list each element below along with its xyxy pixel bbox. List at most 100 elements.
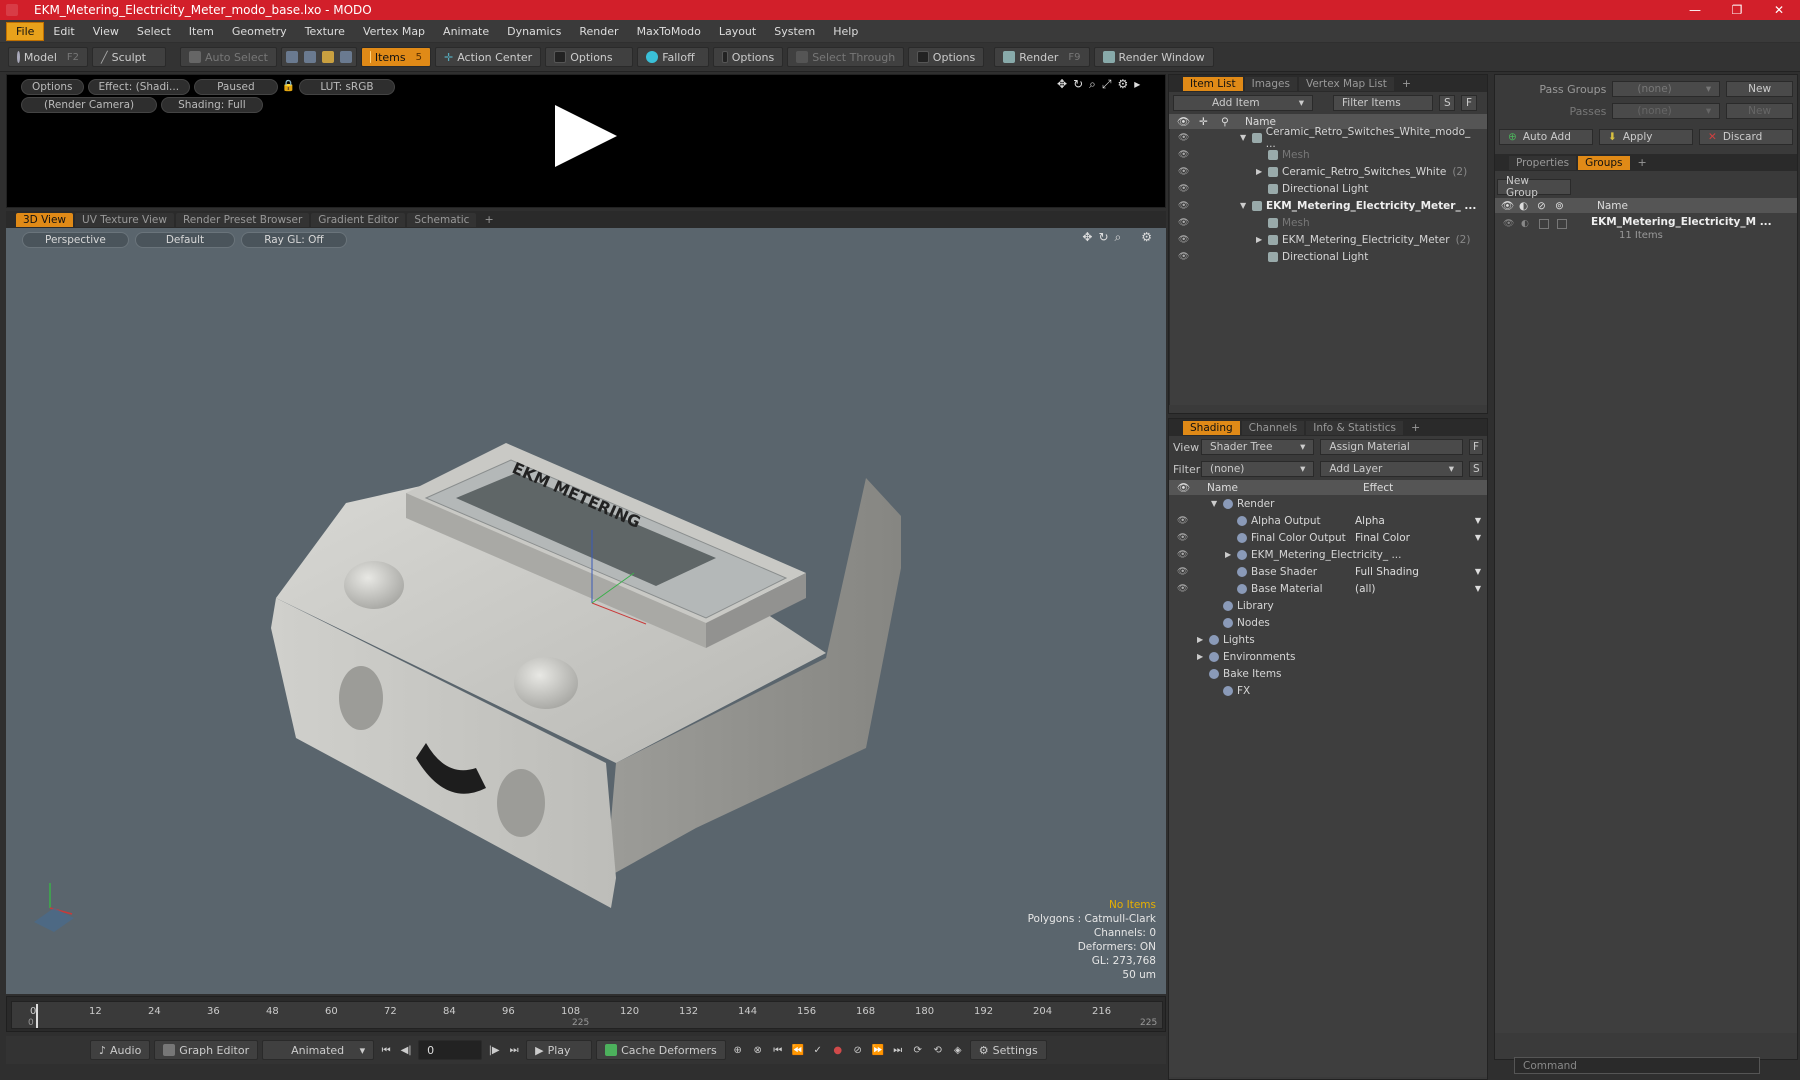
menu-item-render[interactable]: Render bbox=[570, 23, 627, 40]
tab-vertex-map-list[interactable]: Vertex Map List bbox=[1298, 76, 1394, 91]
render-effect-dropdown[interactable]: Effect: (Shadi... bbox=[87, 79, 191, 95]
shader-tree-row[interactable]: 👁 Base Shader Full Shading ▼ bbox=[1169, 563, 1487, 580]
chevron-down-icon[interactable]: ▼ bbox=[1475, 567, 1481, 576]
shader-tree-row[interactable]: ▼ Render bbox=[1169, 495, 1487, 512]
close-icon[interactable]: ✕ bbox=[1758, 3, 1800, 17]
menu-item-select[interactable]: Select bbox=[128, 23, 180, 40]
menu-item-item[interactable]: Item bbox=[180, 23, 223, 40]
play-render-icon[interactable] bbox=[555, 105, 617, 167]
frame-field[interactable]: 0 bbox=[418, 1040, 483, 1060]
key-icon-7[interactable]: ⏩ bbox=[870, 1042, 886, 1058]
item-list-row[interactable]: 👁 Directional Light bbox=[1170, 248, 1487, 265]
tab-uv-texture-view[interactable]: UV Texture View bbox=[75, 212, 174, 227]
animated-dropdown[interactable]: Animated ▾ bbox=[262, 1040, 375, 1060]
settings-button[interactable]: ⚙ Settings bbox=[969, 1040, 1047, 1060]
passes-dropdown[interactable]: (none) ▾ bbox=[1612, 103, 1721, 119]
tab-channels[interactable]: Channels bbox=[1241, 420, 1305, 435]
visibility-eye-icon[interactable]: 👁 bbox=[1178, 167, 1189, 177]
action-center-options-button[interactable]: Options bbox=[545, 47, 634, 67]
minimize-icon[interactable]: — bbox=[1674, 3, 1716, 17]
chevron-down-icon[interactable]: ▼ bbox=[1475, 584, 1481, 593]
menu-item-animate[interactable]: Animate bbox=[434, 23, 498, 40]
tab-images[interactable]: Images bbox=[1244, 76, 1297, 91]
shader-tree-row[interactable]: 👁 ▶ EKM_Metering_Electricity_ ... bbox=[1169, 546, 1487, 563]
visibility-eye-icon[interactable]: 👁 bbox=[1178, 252, 1189, 262]
menu-item-dynamics[interactable]: Dynamics bbox=[498, 23, 570, 40]
shader-effect-value[interactable]: Alpha bbox=[1355, 515, 1385, 527]
group-row[interactable]: 👁 ◐ EKM_Metering_Electricity_M ... 11 It… bbox=[1495, 213, 1797, 243]
shader-effect-value[interactable]: Full Shading bbox=[1355, 566, 1419, 578]
gear-icon[interactable]: ⚙ bbox=[1117, 77, 1128, 92]
shader-tree-row[interactable]: FX bbox=[1169, 682, 1487, 699]
maximize-icon[interactable]: ❐ bbox=[1716, 3, 1758, 17]
shader-tree-row[interactable]: 👁 Final Color Output Final Color ▼ bbox=[1169, 529, 1487, 546]
tab-3d-view[interactable]: 3D View bbox=[16, 212, 74, 227]
menu-item-view[interactable]: View bbox=[84, 23, 128, 40]
render-camera-dropdown[interactable]: (Render Camera) bbox=[21, 97, 158, 113]
command-input[interactable]: Command bbox=[1514, 1057, 1760, 1074]
vertices-mode-icon[interactable] bbox=[285, 51, 298, 63]
items-mode-button[interactable]: Items 5 bbox=[360, 47, 431, 67]
pan-icon[interactable]: ✥ bbox=[1057, 77, 1067, 92]
shading-s-button[interactable]: S bbox=[1469, 461, 1483, 477]
meter-model[interactable]: EKM METERING bbox=[6, 228, 1166, 994]
discard-button[interactable]: ✕ Discard bbox=[1699, 129, 1793, 145]
group-lock-checkbox[interactable] bbox=[1539, 219, 1549, 229]
shader-expand-icon[interactable]: ▶ bbox=[1225, 550, 1237, 559]
materials-mode-icon[interactable] bbox=[339, 51, 352, 63]
shader-tree-row[interactable]: ▶ Environments bbox=[1169, 648, 1487, 665]
tab-add-tab-icon[interactable]: + bbox=[1405, 421, 1426, 434]
key-icon-11[interactable]: ◈ bbox=[950, 1042, 966, 1058]
visibility-eye-icon[interactable]: 👁 bbox=[1178, 150, 1189, 160]
group-eye-icon[interactable]: 👁 bbox=[1503, 219, 1514, 229]
tab-add-tab-icon[interactable]: + bbox=[1396, 77, 1417, 90]
key-icon-5[interactable]: ✓ bbox=[810, 1042, 826, 1058]
new-group-button[interactable]: New Group bbox=[1497, 175, 1571, 199]
group-select-checkbox[interactable] bbox=[1557, 219, 1567, 229]
assign-material-button[interactable]: Assign Material bbox=[1320, 439, 1463, 455]
key-icon-3[interactable]: ⏮ bbox=[770, 1042, 786, 1058]
menu-item-maxtomodo[interactable]: MaxToModo bbox=[628, 23, 710, 40]
render-window-button[interactable]: Render Window bbox=[1093, 47, 1214, 67]
timeline-playhead[interactable] bbox=[36, 1004, 38, 1028]
timeline-ruler[interactable]: 0 12 24 36 48 60 72 84 96 108 120 132 144 156 168 180 19… bbox=[11, 1001, 1163, 1029]
first-frame-icon[interactable]: ⏮ bbox=[378, 1042, 394, 1058]
key-icon-4[interactable]: ⏪ bbox=[790, 1042, 806, 1058]
tab-shading[interactable]: Shading bbox=[1183, 420, 1240, 435]
shader-tree-row[interactable]: Library bbox=[1169, 597, 1487, 614]
key-icon-1[interactable]: ⊕ bbox=[730, 1042, 746, 1058]
tab-item-list[interactable]: Item List bbox=[1183, 76, 1243, 91]
menu-item-help[interactable]: Help bbox=[824, 23, 867, 40]
shader-effect-value[interactable]: (all) bbox=[1355, 583, 1375, 595]
visibility-eye-icon[interactable]: 👁 bbox=[1178, 201, 1189, 211]
menu-item-system[interactable]: System bbox=[765, 23, 824, 40]
s-button[interactable]: S bbox=[1439, 95, 1455, 111]
tab-groups[interactable]: Groups bbox=[1578, 155, 1630, 170]
shader-visibility-eye-icon[interactable]: 👁 bbox=[1177, 533, 1188, 543]
item-list-row[interactable]: 👁 Directional Light bbox=[1170, 180, 1487, 197]
shader-visibility-eye-icon[interactable]: 👁 bbox=[1177, 567, 1188, 577]
visibility-eye-icon[interactable]: 👁 bbox=[1178, 133, 1189, 143]
expand-icon[interactable]: ▶ bbox=[1256, 167, 1268, 176]
menu-item-geometry[interactable]: Geometry bbox=[223, 23, 296, 40]
group-render-icon[interactable]: ◐ bbox=[1521, 219, 1529, 229]
shader-effect-value[interactable]: Final Color bbox=[1355, 532, 1410, 544]
pass-groups-dropdown[interactable]: (none) ▾ bbox=[1612, 81, 1721, 97]
shader-tree-row[interactable]: 👁 Alpha Output Alpha ▼ bbox=[1169, 512, 1487, 529]
item-list-row[interactable]: 👁 Mesh bbox=[1170, 146, 1487, 163]
sculpt-button[interactable]: ╱ Sculpt bbox=[92, 47, 166, 67]
chevron-down-icon[interactable]: ▼ bbox=[1475, 533, 1481, 542]
f-button[interactable]: F bbox=[1461, 95, 1477, 111]
menu-item-file[interactable]: File bbox=[6, 21, 45, 41]
menu-item-texture[interactable]: Texture bbox=[296, 23, 354, 40]
shader-tree-row[interactable]: ▶ Lights bbox=[1169, 631, 1487, 648]
add-layer-dropdown[interactable]: Add Layer ▾ bbox=[1320, 461, 1463, 477]
key-icon-6[interactable]: ⊘ bbox=[850, 1042, 866, 1058]
fit-icon[interactable]: ⤢ bbox=[1102, 77, 1112, 92]
auto-select-button[interactable]: Auto Select bbox=[180, 47, 277, 67]
item-list-row[interactable]: 👁 ▶ Ceramic_Retro_Switches_White (2) bbox=[1170, 163, 1487, 180]
key-icon-10[interactable]: ⟲ bbox=[930, 1042, 946, 1058]
shader-visibility-eye-icon[interactable]: 👁 bbox=[1177, 584, 1188, 594]
tab-schematic[interactable]: Schematic bbox=[407, 212, 477, 227]
lock-icon[interactable]: 🔒 bbox=[282, 79, 296, 95]
